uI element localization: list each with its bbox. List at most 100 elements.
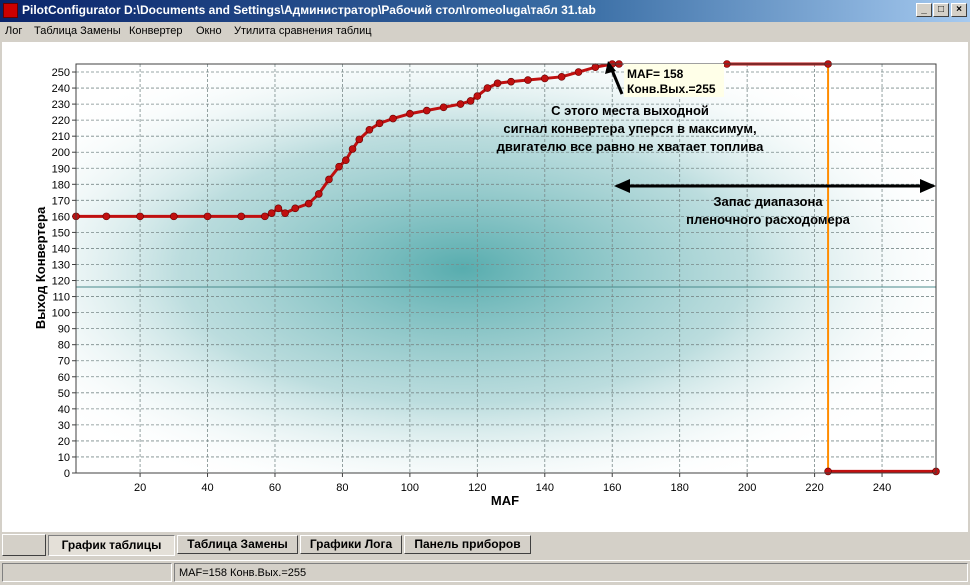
- x-axis-label: MAF: [491, 493, 519, 508]
- data-point: [267, 209, 276, 217]
- data-point: [422, 106, 431, 115]
- window-title: PilotConfigurator D:\Documents and Setti…: [22, 3, 596, 17]
- saturation-note-line1: С этого места выходной: [551, 103, 709, 118]
- x-tick-label: 200: [738, 482, 756, 494]
- close-button[interactable]: ×: [951, 3, 967, 17]
- data-point: [824, 467, 832, 476]
- y-tick-label: 250: [52, 67, 70, 79]
- data-point: [557, 73, 566, 81]
- y-tick-label: 190: [52, 163, 70, 175]
- y-tick-label: 120: [52, 276, 70, 288]
- menu-replacement-table[interactable]: Таблица Замены: [34, 25, 121, 37]
- status-pane-empty: [2, 563, 172, 582]
- y-tick-label: 30: [58, 420, 70, 432]
- title-bar: PilotConfigurator D:\Documents and Setti…: [0, 0, 970, 22]
- reserve-note-line2: пленочного расходомера: [686, 212, 850, 227]
- y-tick-label: 10: [58, 452, 70, 464]
- data-point: [274, 204, 283, 213]
- y-tick-label: 230: [52, 99, 70, 111]
- tab-bar: График таблицы Таблица Замены Графики Ло…: [0, 532, 970, 558]
- menu-converter[interactable]: Конвертер: [129, 25, 182, 37]
- data-point: [136, 212, 144, 221]
- data-point: [355, 135, 364, 144]
- data-point: [170, 212, 178, 221]
- minimize-button[interactable]: _: [916, 3, 932, 17]
- y-tick-label: 80: [58, 340, 70, 352]
- data-point: [281, 209, 289, 217]
- data-point: [591, 63, 600, 72]
- status-bar: MAF=158 Конв.Вых.=255: [0, 560, 970, 585]
- data-point: [493, 79, 502, 88]
- data-point: [507, 77, 515, 86]
- x-tick-label: 180: [671, 482, 689, 494]
- y-tick-label: 130: [52, 259, 70, 271]
- data-point: [406, 109, 414, 118]
- tab-instrument-panel[interactable]: Панель приборов: [404, 535, 531, 554]
- y-tick-label: 50: [58, 388, 70, 400]
- data-point: [237, 212, 246, 221]
- maximize-button[interactable]: □: [933, 3, 949, 17]
- tooltip-maf: MAF= 158: [627, 67, 684, 81]
- status-pane-readout: MAF=158 Конв.Вых.=255: [174, 563, 968, 582]
- y-tick-label: 170: [52, 195, 70, 207]
- x-tick-label: 20: [134, 482, 146, 494]
- status-readout: MAF=158 Конв.Вых.=255: [179, 567, 307, 579]
- y-tick-label: 110: [52, 292, 70, 304]
- x-tick-label: 240: [873, 482, 891, 494]
- y-tick-label: 100: [52, 308, 70, 320]
- data-point: [261, 212, 269, 221]
- data-point: [365, 125, 374, 134]
- menu-window[interactable]: Окно: [196, 25, 222, 37]
- data-point: [203, 212, 212, 221]
- data-point: [348, 145, 357, 153]
- menu-table-compare-utility[interactable]: Утилита сравнения таблиц: [234, 25, 372, 37]
- data-point: [304, 199, 313, 208]
- data-point: [466, 97, 475, 105]
- y-tick-label: 60: [58, 372, 70, 384]
- tab-strip-spacer: [2, 534, 46, 556]
- x-tick-label: 100: [401, 482, 419, 494]
- y-tick-label: 0: [64, 468, 70, 480]
- y-axis-label: Выход Конвертера: [33, 206, 48, 329]
- y-tick-label: 20: [58, 436, 70, 448]
- y-tick-label: 240: [52, 83, 70, 95]
- data-point: [102, 212, 111, 221]
- data-point: [456, 100, 465, 108]
- data-point: [540, 74, 549, 83]
- data-point: [389, 114, 397, 123]
- data-point: [342, 156, 350, 165]
- app-icon[interactable]: [3, 3, 18, 18]
- y-tick-label: 70: [58, 356, 70, 368]
- data-point: [375, 119, 384, 128]
- y-tick-label: 220: [52, 115, 70, 127]
- chart-panel: 0 10 20 30 40 50 60 70 80 90 100 110 120 130 140 150 160…: [2, 42, 968, 532]
- data-point: [325, 175, 333, 184]
- tab-replacement-table[interactable]: Таблица Замены: [177, 535, 298, 554]
- reserve-note-line1: Запас диапазона: [713, 194, 823, 209]
- x-tick-label: 60: [269, 482, 281, 494]
- saturation-note-line3: двигателю все равно не хватает топлива: [497, 139, 764, 154]
- x-tick-label: 40: [201, 482, 213, 494]
- x-tick-label: 220: [805, 482, 823, 494]
- y-tick-label: 210: [52, 131, 70, 143]
- data-point: [574, 68, 583, 76]
- data-point: [315, 190, 323, 198]
- data-point: [524, 76, 532, 84]
- y-tick-label: 160: [52, 211, 70, 223]
- x-tick-label: 80: [336, 482, 348, 494]
- data-point: [291, 204, 300, 213]
- menu-bar: Лог Таблица Замены Конвертер Окно Утилит…: [0, 22, 970, 42]
- x-tick-label: 120: [468, 482, 486, 494]
- y-tick-label: 150: [52, 227, 70, 239]
- data-point: [483, 84, 492, 92]
- tab-table-chart[interactable]: График таблицы: [48, 535, 175, 556]
- menu-log[interactable]: Лог: [5, 25, 22, 37]
- y-tick-label: 140: [52, 243, 70, 255]
- data-point: [439, 103, 448, 112]
- data-point: [473, 92, 482, 100]
- chart[interactable]: 0 10 20 30 40 50 60 70 80 90 100 110 120 130 140 150 160…: [2, 42, 968, 532]
- y-tick-label: 180: [52, 179, 70, 191]
- y-tick-label: 90: [58, 324, 70, 336]
- y-tick-label: 200: [52, 147, 70, 159]
- tab-log-charts[interactable]: Графики Лога: [300, 535, 402, 554]
